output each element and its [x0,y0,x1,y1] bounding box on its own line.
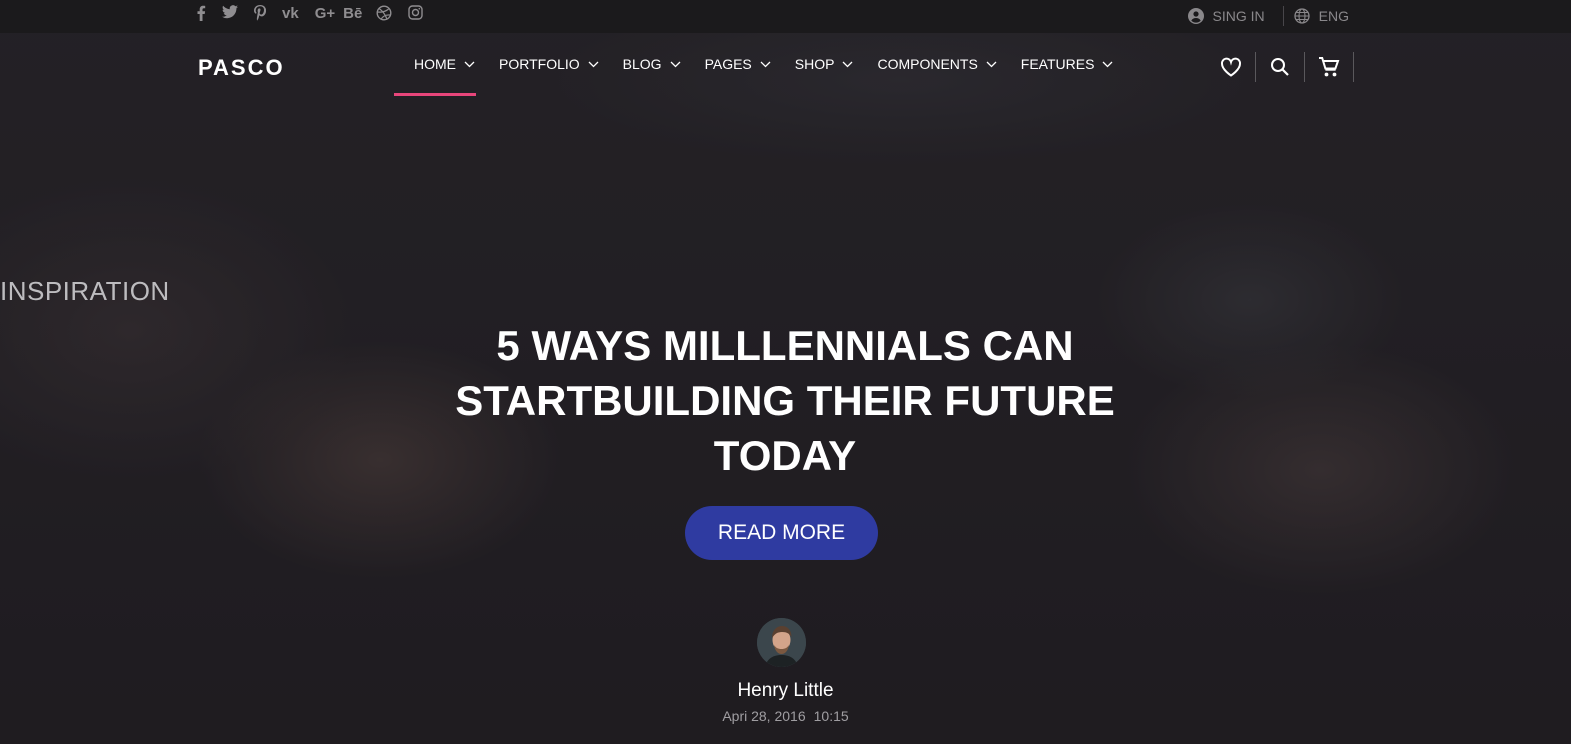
language-label: ENG [1318,8,1349,24]
author-avatar[interactable] [757,618,806,667]
globe-icon [1294,8,1310,24]
vk-icon[interactable]: vk [282,5,299,23]
search-button[interactable] [1256,51,1304,83]
chevron-down-icon [842,61,853,67]
active-menu-indicator [394,93,476,96]
main-navbar: PASCO HOME PORTFOLIO BLOG PAGES SHOP COM… [0,33,1571,101]
author-name[interactable]: Henry Little [0,680,1571,702]
sign-in-label: SING IN [1212,8,1265,24]
menu-item-components[interactable]: COMPONENTS [877,55,997,73]
site-logo[interactable]: PASCO [198,55,285,81]
chevron-down-icon [670,61,681,67]
post-category[interactable]: INSPIRATION [0,276,1571,307]
top-bar: vk G+ Bē SING IN ENG [0,0,1571,33]
menu-item-label: PORTFOLIO [499,56,580,72]
behance-icon[interactable]: Bē [343,5,362,23]
nav-actions [1207,51,1354,83]
post-headline[interactable]: 5 WAYS MILLLENNIALS CAN STARTBUILDING TH… [435,318,1135,483]
nav-divider [1353,52,1354,82]
user-circle-icon [1187,8,1204,24]
instagram-icon[interactable] [408,5,424,23]
main-menu: HOME PORTFOLIO BLOG PAGES SHOP COMPONENT… [414,55,1137,73]
menu-item-label: HOME [414,56,456,72]
pinterest-icon[interactable] [254,5,266,23]
topbar-divider [1282,6,1284,26]
menu-item-features[interactable]: FEATURES [1021,55,1114,73]
google-plus-icon[interactable]: G+ [315,5,335,23]
chevron-down-icon [1102,61,1113,67]
menu-item-label: COMPONENTS [877,56,978,72]
language-selector[interactable]: ENG [1294,8,1349,24]
account-language-bar: SING IN ENG [1187,6,1349,26]
menu-item-home[interactable]: HOME [414,55,475,73]
menu-item-blog[interactable]: BLOG [623,55,681,73]
menu-item-label: SHOP [794,56,835,72]
menu-item-label: PAGES [704,56,752,72]
dribbble-icon[interactable] [376,5,392,23]
cart-icon [1319,57,1340,77]
read-more-button[interactable]: READ MORE [685,506,878,560]
sign-in-link[interactable]: SING IN [1187,8,1265,24]
social-links: vk G+ Bē [196,5,439,23]
chevron-down-icon [464,61,475,67]
wishlist-button[interactable] [1207,51,1255,83]
post-meta: Apri 28, 2016 10:15 [0,708,1571,724]
facebook-icon[interactable] [196,5,206,23]
chevron-down-icon [760,61,771,67]
search-icon [1271,58,1289,76]
chevron-down-icon [588,61,599,67]
post-date: Apri 28, 2016 [722,708,806,724]
chevron-down-icon [986,61,997,67]
menu-item-label: BLOG [622,56,662,72]
menu-item-shop[interactable]: SHOP [795,55,854,73]
heart-icon [1221,57,1241,77]
cart-button[interactable] [1305,51,1353,83]
post-time: 10:15 [813,708,849,724]
menu-item-pages[interactable]: PAGES [705,55,771,73]
menu-item-label: FEATURES [1020,56,1095,72]
twitter-icon[interactable] [222,5,238,23]
menu-item-portfolio[interactable]: PORTFOLIO [499,55,599,73]
